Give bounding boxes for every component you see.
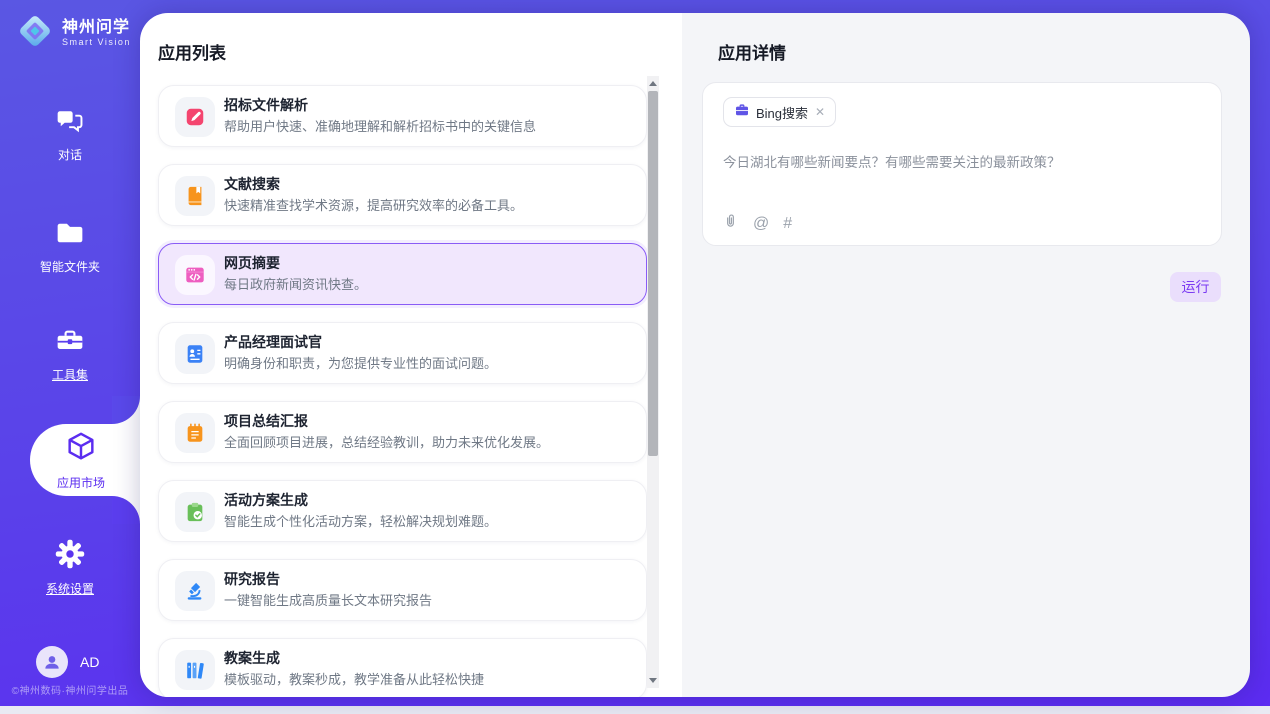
- user-account[interactable]: AD: [36, 646, 99, 678]
- pen-edit-icon: [175, 97, 215, 137]
- app-card-desc: 智能生成个性化活动方案，轻松解决规划难题。: [224, 511, 497, 530]
- scroll-up-arrow-icon[interactable]: [649, 81, 657, 86]
- app-card-title: 招标文件解析: [224, 95, 308, 115]
- scrollbar-thumb[interactable]: [648, 91, 658, 456]
- app-card-title: 文献搜索: [224, 174, 280, 194]
- sidebar-item-settings[interactable]: 系统设置: [0, 538, 140, 597]
- books-icon: [175, 650, 215, 690]
- gear-icon: [54, 557, 86, 574]
- logo-subtitle: Smart Vision: [62, 37, 131, 48]
- app-card-research-report[interactable]: 研究报告 一键智能生成高质量长文本研究报告: [158, 559, 647, 621]
- scroll-down-arrow-icon[interactable]: [649, 678, 657, 683]
- app-card-list: 招标文件解析 帮助用户快速、准确地理解和解析招标书中的关键信息 文献搜索 快速精…: [158, 85, 647, 697]
- clipboard-check-icon: [175, 492, 215, 532]
- bottom-edge-strip: [0, 706, 1270, 714]
- app-detail-title: 应用详情: [718, 39, 786, 64]
- microscope-icon: [175, 571, 215, 611]
- prompt-input-card[interactable]: Bing搜索 ✕ 今日湖北有哪些新闻要点？有哪些需要关注的最新政策？ @ #: [702, 82, 1222, 246]
- app-card-literature-search[interactable]: 文献搜索 快速精准查找学术资源，提高研究效率的必备工具。: [158, 164, 647, 226]
- app-list-title: 应用列表: [158, 39, 226, 64]
- notepad-icon: [175, 413, 215, 453]
- avatar: [36, 646, 68, 678]
- app-card-lesson-plan[interactable]: 教案生成 模板驱动，教案秒成，教学准备从此轻松快捷: [158, 638, 647, 697]
- user-name: AD: [80, 654, 99, 670]
- app-card-bid-parse[interactable]: 招标文件解析 帮助用户快速、准确地理解和解析招标书中的关键信息: [158, 85, 647, 147]
- app-card-pm-interviewer[interactable]: 产品经理面试官 明确身份和职责，为您提供专业性的面试问题。: [158, 322, 647, 384]
- app-card-title: 产品经理面试官: [224, 332, 322, 352]
- run-button[interactable]: 运行: [1170, 272, 1221, 302]
- sidebar-item-label: 系统设置: [0, 580, 140, 597]
- active-tab-corner-top: [112, 396, 140, 424]
- chat-bubbles-icon: [55, 123, 85, 140]
- sidebar-item-chat[interactable]: 对话: [0, 106, 140, 163]
- cube-icon: [64, 451, 98, 468]
- app-card-desc: 一键智能生成高质量长文本研究报告: [224, 590, 432, 609]
- app-card-title: 活动方案生成: [224, 490, 308, 510]
- sidebar-item-label: 应用市场: [22, 474, 140, 491]
- app-detail-pane: 应用详情 Bing搜索 ✕ 今日湖北: [682, 13, 1250, 697]
- app-card-web-summary[interactable]: 网页摘要 每日政府新闻资讯快查。: [158, 243, 647, 305]
- tool-tag-label: Bing搜索: [756, 103, 808, 122]
- app-card-title: 研究报告: [224, 569, 280, 589]
- sidebar-item-app-market[interactable]: 应用市场: [22, 430, 140, 491]
- browser-code-icon: [175, 255, 215, 295]
- app-list-pane: 应用列表 招标文件解析 帮助用户快速、准确地理解和解析招标书中的关键信息: [140, 13, 682, 697]
- resume-person-icon: [175, 334, 215, 374]
- app-card-title: 网页摘要: [224, 253, 280, 273]
- app-card-desc: 全面回顾项目进展，总结经验教训，助力未来优化发展。: [224, 432, 549, 451]
- mention-at-icon[interactable]: @: [753, 214, 769, 234]
- app-card-desc: 模板驱动，教案秒成，教学准备从此轻松快捷: [224, 669, 484, 688]
- app-card-desc: 明确身份和职责，为您提供专业性的面试问题。: [224, 353, 497, 372]
- main-content-panel: 应用列表 招标文件解析 帮助用户快速、准确地理解和解析招标书中的关键信息: [140, 13, 1250, 697]
- app-card-event-plan[interactable]: 活动方案生成 智能生成个性化活动方案，轻松解决规划难题。: [158, 480, 647, 542]
- tool-tag-bing-search[interactable]: Bing搜索 ✕: [723, 97, 836, 127]
- app-card-desc: 快速精准查找学术资源，提高研究效率的必备工具。: [224, 195, 523, 214]
- sidebar-item-toolset[interactable]: 工具集: [0, 326, 140, 383]
- app-list-scrollbar[interactable]: [647, 76, 659, 688]
- app-card-desc: 帮助用户快速、准确地理解和解析招标书中的关键信息: [224, 116, 536, 135]
- prompt-question-text[interactable]: 今日湖北有哪些新闻要点？有哪些需要关注的最新政策？: [723, 151, 1061, 171]
- paperclip-icon[interactable]: [722, 211, 739, 236]
- person-icon: [42, 652, 62, 672]
- logo-title: 神州问学: [62, 19, 131, 37]
- sidebar-item-label: 智能文件夹: [0, 258, 140, 275]
- copyright-footer: ©神州数码·神州问学出品: [0, 682, 140, 697]
- app-logo: 神州问学 Smart Vision: [14, 10, 131, 57]
- sidebar-item-label: 工具集: [0, 366, 140, 383]
- sidebar-item-smart-folder[interactable]: 智能文件夹: [0, 218, 140, 275]
- toolbox-icon: [55, 343, 85, 360]
- app-card-title: 项目总结汇报: [224, 411, 308, 431]
- sidebar: 神州问学 Smart Vision 对话 智能文件夹: [0, 0, 140, 706]
- app-card-project-summary[interactable]: 项目总结汇报 全面回顾项目进展，总结经验教训，助力未来优化发展。: [158, 401, 647, 463]
- book-icon: [175, 176, 215, 216]
- input-toolbar: @ #: [722, 211, 806, 236]
- close-icon[interactable]: ✕: [815, 105, 825, 119]
- app-card-desc: 每日政府新闻资讯快查。: [224, 274, 367, 293]
- hash-icon[interactable]: #: [783, 214, 792, 234]
- app-window: 神州问学 Smart Vision 对话 智能文件夹: [0, 0, 1270, 714]
- sidebar-item-label: 对话: [0, 146, 140, 163]
- logo-diamond-icon: [14, 10, 56, 57]
- app-card-title: 教案生成: [224, 648, 280, 668]
- active-tab-corner-bottom: [112, 496, 140, 524]
- folder-icon: [55, 235, 85, 252]
- briefcase-icon: [734, 102, 750, 123]
